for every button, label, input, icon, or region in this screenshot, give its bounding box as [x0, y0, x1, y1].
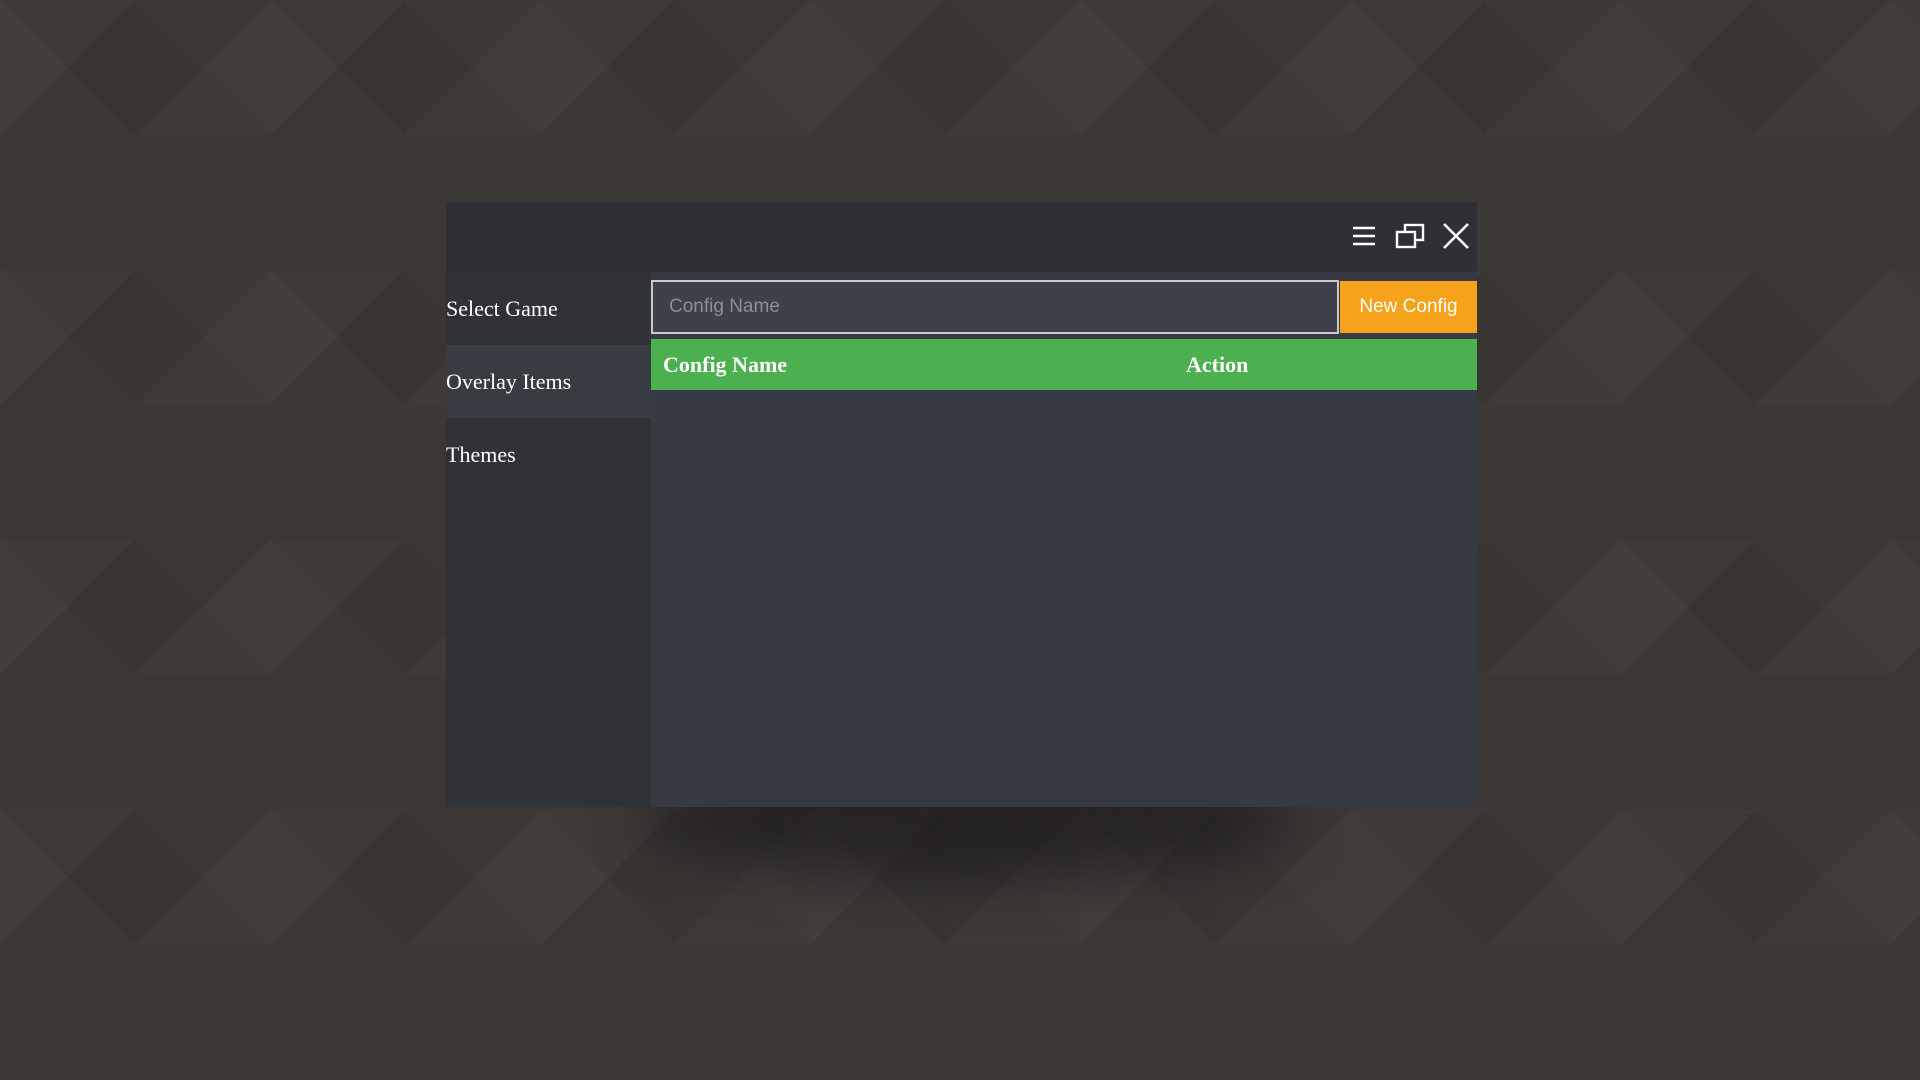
sidebar-item-themes[interactable]: Themes: [446, 418, 651, 491]
titlebar: [446, 202, 1477, 272]
close-icon: [1443, 223, 1469, 249]
menu-button[interactable]: [1347, 219, 1381, 253]
sidebar: Select Game Overlay Items Themes: [446, 272, 651, 807]
new-config-button[interactable]: New Config: [1340, 281, 1477, 333]
sidebar-item-label: Overlay Items: [446, 368, 572, 394]
sidebar-item-label: Select Game: [446, 295, 558, 321]
sidebar-item-label: Themes: [446, 441, 516, 467]
window-controls: [1347, 216, 1473, 256]
column-header-config-name: Config Name: [663, 351, 788, 377]
sidebar-item-select-game[interactable]: Select Game: [446, 272, 651, 345]
main-content: New Config Config Name Action: [651, 272, 1477, 807]
menu-icon: [1353, 226, 1375, 246]
config-table-header: Config Name Action: [651, 339, 1477, 390]
app-window: Select Game Overlay Items Themes New Con…: [446, 202, 1477, 807]
restore-button[interactable]: [1393, 219, 1427, 253]
sidebar-item-overlay-items[interactable]: Overlay Items: [446, 345, 651, 418]
restore-icon: [1395, 223, 1425, 249]
config-name-input[interactable]: [651, 280, 1339, 334]
close-button[interactable]: [1439, 219, 1473, 253]
column-header-action: Action: [1186, 351, 1249, 377]
